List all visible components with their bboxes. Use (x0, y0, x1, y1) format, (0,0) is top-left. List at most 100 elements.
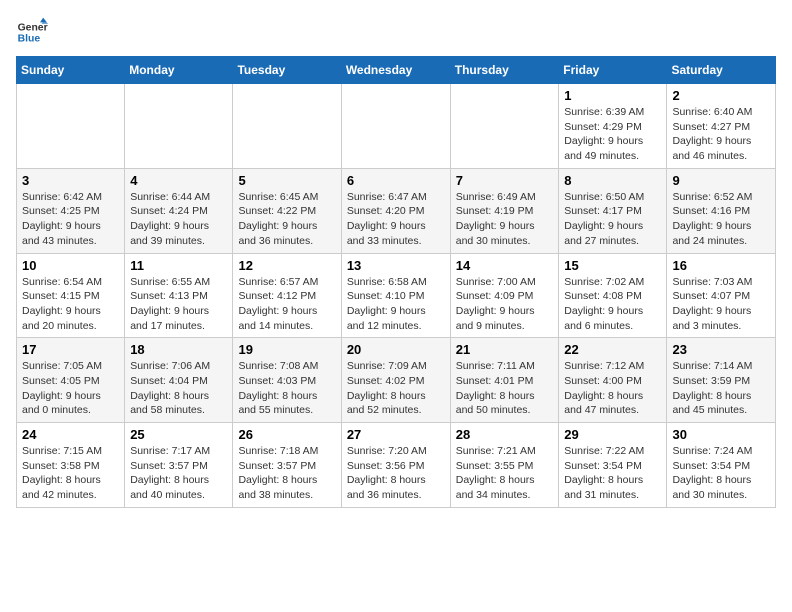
column-header-thursday: Thursday (450, 57, 559, 84)
day-info: Sunrise: 7:09 AM Sunset: 4:02 PM Dayligh… (347, 359, 445, 418)
calendar-cell: 30 Sunrise: 7:24 AM Sunset: 3:54 PM Dayli… (667, 423, 776, 508)
day-info: Sunrise: 6:44 AM Sunset: 4:24 PM Dayligh… (130, 190, 227, 249)
logo-icon: General Blue (16, 16, 48, 48)
day-number: 8 (564, 173, 661, 188)
calendar-cell: 3 Sunrise: 6:42 AM Sunset: 4:25 PM Daylig… (17, 168, 125, 253)
logo: General Blue (16, 16, 48, 48)
calendar-cell: 5Sunrise: 6:45 AM Sunset: 4:22 PM Daylig… (233, 168, 341, 253)
calendar-cell: 21 Sunrise: 7:11 AM Sunset: 4:01 PM Dayli… (450, 338, 559, 423)
day-number: 1 (564, 88, 661, 103)
day-info: Sunrise: 6:52 AM Sunset: 4:16 PM Dayligh… (672, 190, 770, 249)
calendar-cell: 28 Sunrise: 7:21 AM Sunset: 3:55 PM Dayli… (450, 423, 559, 508)
day-number: 30 (672, 427, 770, 442)
calendar-cell: 20 Sunrise: 7:09 AM Sunset: 4:02 PM Dayli… (341, 338, 450, 423)
calendar-cell: 22Sunrise: 7:12 AM Sunset: 4:00 PM Dayli… (559, 338, 667, 423)
day-info: Sunrise: 7:14 AM Sunset: 3:59 PM Dayligh… (672, 359, 770, 418)
day-info: Sunrise: 7:15 AM Sunset: 3:58 PM Dayligh… (22, 444, 119, 503)
day-number: 11 (130, 258, 227, 273)
calendar-cell: 10 Sunrise: 6:54 AM Sunset: 4:15 PM Dayli… (17, 253, 125, 338)
calendar-cell: 16 Sunrise: 7:03 AM Sunset: 4:07 PM Dayli… (667, 253, 776, 338)
day-info: Sunrise: 6:40 AM Sunset: 4:27 PM Dayligh… (672, 105, 770, 164)
day-info: Sunrise: 7:05 AM Sunset: 4:05 PM Dayligh… (22, 359, 119, 418)
day-info: Sunrise: 6:39 AM Sunset: 4:29 PM Dayligh… (564, 105, 661, 164)
column-header-sunday: Sunday (17, 57, 125, 84)
calendar-cell: 9 Sunrise: 6:52 AM Sunset: 4:16 PM Daylig… (667, 168, 776, 253)
column-header-monday: Monday (125, 57, 233, 84)
calendar-cell (341, 84, 450, 169)
day-number: 28 (456, 427, 554, 442)
day-number: 14 (456, 258, 554, 273)
day-number: 18 (130, 342, 227, 357)
calendar-cell (125, 84, 233, 169)
page-header: General Blue (16, 16, 776, 48)
calendar-week-row: 17Sunrise: 7:05 AM Sunset: 4:05 PM Dayli… (17, 338, 776, 423)
day-number: 4 (130, 173, 227, 188)
day-number: 16 (672, 258, 770, 273)
day-number: 21 (456, 342, 554, 357)
day-number: 24 (22, 427, 119, 442)
day-number: 26 (238, 427, 335, 442)
calendar-cell: 14 Sunrise: 7:00 AM Sunset: 4:09 PM Dayli… (450, 253, 559, 338)
calendar-cell: 29 Sunrise: 7:22 AM Sunset: 3:54 PM Dayli… (559, 423, 667, 508)
day-number: 23 (672, 342, 770, 357)
day-info: Sunrise: 6:55 AM Sunset: 4:13 PM Dayligh… (130, 275, 227, 334)
svg-text:General: General (18, 22, 48, 33)
day-number: 10 (22, 258, 119, 273)
calendar-week-row: 10 Sunrise: 6:54 AM Sunset: 4:15 PM Dayli… (17, 253, 776, 338)
calendar-cell: 18Sunrise: 7:06 AM Sunset: 4:04 PM Dayli… (125, 338, 233, 423)
calendar-cell: 27 Sunrise: 7:20 AM Sunset: 3:56 PM Dayli… (341, 423, 450, 508)
column-header-saturday: Saturday (667, 57, 776, 84)
day-number: 9 (672, 173, 770, 188)
calendar-cell: 6Sunrise: 6:47 AM Sunset: 4:20 PM Daylig… (341, 168, 450, 253)
calendar-cell: 12Sunrise: 6:57 AM Sunset: 4:12 PM Dayli… (233, 253, 341, 338)
day-number: 2 (672, 88, 770, 103)
day-info: Sunrise: 7:22 AM Sunset: 3:54 PM Dayligh… (564, 444, 661, 503)
calendar-cell: 26 Sunrise: 7:18 AM Sunset: 3:57 PM Dayli… (233, 423, 341, 508)
day-number: 29 (564, 427, 661, 442)
day-info: Sunrise: 7:21 AM Sunset: 3:55 PM Dayligh… (456, 444, 554, 503)
day-number: 7 (456, 173, 554, 188)
day-number: 20 (347, 342, 445, 357)
day-number: 5 (238, 173, 335, 188)
day-number: 25 (130, 427, 227, 442)
calendar-cell: 11 Sunrise: 6:55 AM Sunset: 4:13 PM Dayli… (125, 253, 233, 338)
day-info: Sunrise: 7:11 AM Sunset: 4:01 PM Dayligh… (456, 359, 554, 418)
calendar-cell: 1 Sunrise: 6:39 AM Sunset: 4:29 PM Daylig… (559, 84, 667, 169)
column-header-tuesday: Tuesday (233, 57, 341, 84)
calendar-cell: 17Sunrise: 7:05 AM Sunset: 4:05 PM Dayli… (17, 338, 125, 423)
day-number: 22 (564, 342, 661, 357)
calendar-week-row: 3 Sunrise: 6:42 AM Sunset: 4:25 PM Daylig… (17, 168, 776, 253)
day-number: 27 (347, 427, 445, 442)
calendar-cell: 15Sunrise: 7:02 AM Sunset: 4:08 PM Dayli… (559, 253, 667, 338)
day-info: Sunrise: 7:20 AM Sunset: 3:56 PM Dayligh… (347, 444, 445, 503)
day-info: Sunrise: 7:18 AM Sunset: 3:57 PM Dayligh… (238, 444, 335, 503)
calendar-cell: 25 Sunrise: 7:17 AM Sunset: 3:57 PM Dayli… (125, 423, 233, 508)
day-info: Sunrise: 7:02 AM Sunset: 4:08 PM Dayligh… (564, 275, 661, 334)
column-header-wednesday: Wednesday (341, 57, 450, 84)
column-header-friday: Friday (559, 57, 667, 84)
day-number: 6 (347, 173, 445, 188)
day-info: Sunrise: 7:17 AM Sunset: 3:57 PM Dayligh… (130, 444, 227, 503)
day-number: 12 (238, 258, 335, 273)
day-info: Sunrise: 6:54 AM Sunset: 4:15 PM Dayligh… (22, 275, 119, 334)
calendar-header-row: SundayMondayTuesdayWednesdayThursdayFrid… (17, 57, 776, 84)
calendar-cell: 19Sunrise: 7:08 AM Sunset: 4:03 PM Dayli… (233, 338, 341, 423)
day-number: 3 (22, 173, 119, 188)
calendar-cell: 8Sunrise: 6:50 AM Sunset: 4:17 PM Daylig… (559, 168, 667, 253)
calendar-week-row: 1 Sunrise: 6:39 AM Sunset: 4:29 PM Daylig… (17, 84, 776, 169)
day-info: Sunrise: 6:49 AM Sunset: 4:19 PM Dayligh… (456, 190, 554, 249)
calendar-week-row: 24 Sunrise: 7:15 AM Sunset: 3:58 PM Dayli… (17, 423, 776, 508)
calendar-cell: 2 Sunrise: 6:40 AM Sunset: 4:27 PM Daylig… (667, 84, 776, 169)
calendar-cell: 7 Sunrise: 6:49 AM Sunset: 4:19 PM Daylig… (450, 168, 559, 253)
day-info: Sunrise: 7:00 AM Sunset: 4:09 PM Dayligh… (456, 275, 554, 334)
calendar-table: SundayMondayTuesdayWednesdayThursdayFrid… (16, 56, 776, 508)
day-info: Sunrise: 6:42 AM Sunset: 4:25 PM Dayligh… (22, 190, 119, 249)
day-number: 13 (347, 258, 445, 273)
svg-text:Blue: Blue (18, 34, 41, 45)
day-info: Sunrise: 6:58 AM Sunset: 4:10 PM Dayligh… (347, 275, 445, 334)
day-info: Sunrise: 7:03 AM Sunset: 4:07 PM Dayligh… (672, 275, 770, 334)
day-info: Sunrise: 7:24 AM Sunset: 3:54 PM Dayligh… (672, 444, 770, 503)
calendar-cell: 13 Sunrise: 6:58 AM Sunset: 4:10 PM Dayli… (341, 253, 450, 338)
day-number: 19 (238, 342, 335, 357)
calendar-cell (17, 84, 125, 169)
